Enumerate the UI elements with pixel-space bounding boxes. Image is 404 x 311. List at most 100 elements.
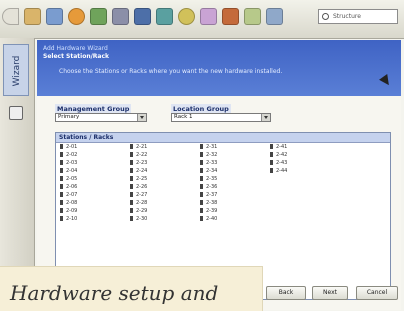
station-item[interactable]: 2-05	[60, 175, 77, 183]
station-icon	[60, 200, 63, 205]
flag-icon[interactable]	[200, 8, 217, 25]
back-button[interactable]: Back	[266, 286, 306, 300]
station-icon	[200, 184, 203, 189]
wand-icon[interactable]	[156, 8, 173, 25]
station-icon	[270, 168, 273, 173]
station-item[interactable]: 2-25	[130, 175, 147, 183]
station-icon	[200, 168, 203, 173]
search-input[interactable]: Structure	[318, 9, 398, 24]
station-item[interactable]: 2-23	[130, 159, 147, 167]
toolbar: Structure	[0, 0, 404, 39]
station-item[interactable]: 2-24	[130, 167, 147, 175]
wizard-heading: Select Station/Rack	[43, 53, 109, 60]
station-item[interactable]: 2-35	[200, 175, 217, 183]
station-item[interactable]: 2-40	[200, 215, 217, 223]
station-icon	[200, 152, 203, 157]
station-icon	[200, 176, 203, 181]
station-item[interactable]: 2-44	[270, 167, 287, 175]
station-item[interactable]: 2-39	[200, 207, 217, 215]
station-icon	[60, 168, 63, 173]
stations-column-2: 2-21 2-22 2-23 2-24 2-25 2-26 2-27 2-28 …	[130, 143, 147, 223]
station-item[interactable]: 2-36	[200, 183, 217, 191]
chevron-down-icon	[261, 114, 270, 121]
station-item[interactable]: 2-02	[60, 151, 77, 159]
stations-column-3: 2-31 2-32 2-33 2-34 2-35 2-36 2-37 2-38 …	[200, 143, 217, 223]
station-icon	[60, 160, 63, 165]
location-group-select[interactable]: Rack 1	[171, 113, 271, 122]
stations-header: Stations / Racks	[56, 133, 390, 143]
cancel-button[interactable]: Cancel	[356, 286, 398, 300]
station-item[interactable]: 2-34	[200, 167, 217, 175]
station-icon	[200, 144, 203, 149]
station-icon	[130, 200, 133, 205]
caption-box: Hardware setup and	[0, 266, 263, 311]
station-item[interactable]: 2-32	[200, 151, 217, 159]
search-value: Structure	[333, 13, 361, 20]
station-item[interactable]: 2-37	[200, 191, 217, 199]
chevron-down-icon	[137, 114, 146, 121]
document-icon[interactable]	[9, 106, 23, 120]
location-group-value: Rack 1	[174, 114, 193, 120]
folder-icon[interactable]	[46, 8, 63, 25]
refresh-icon[interactable]	[178, 8, 195, 25]
station-item[interactable]: 2-33	[200, 159, 217, 167]
wizard-header: Add Hardware Wizard Select Station/Rack …	[37, 40, 401, 96]
stations-column-4: 2-41 2-42 2-43 2-44	[270, 143, 287, 175]
wizard-instruction: Choose the Stations or Racks where you w…	[59, 68, 283, 75]
station-item[interactable]: 2-31	[200, 143, 217, 151]
station-item[interactable]: 2-38	[200, 199, 217, 207]
mouse-cursor-icon	[379, 74, 393, 88]
station-icon	[60, 176, 63, 181]
home-icon[interactable]	[24, 8, 41, 25]
station-item[interactable]: 2-09	[60, 207, 77, 215]
station-item[interactable]: 2-22	[130, 151, 147, 159]
note-icon[interactable]	[244, 8, 261, 25]
station-item[interactable]: 2-26	[130, 183, 147, 191]
management-group-value: Primary	[58, 114, 80, 120]
station-icon	[60, 192, 63, 197]
image-icon[interactable]	[90, 8, 107, 25]
station-item[interactable]: 2-07	[60, 191, 77, 199]
station-icon	[130, 176, 133, 181]
station-icon	[270, 160, 273, 165]
station-item[interactable]: 2-10	[60, 215, 77, 223]
station-item[interactable]: 2-06	[60, 183, 77, 191]
station-icon	[130, 216, 133, 221]
station-icon	[270, 144, 273, 149]
station-icon	[200, 160, 203, 165]
chart-icon[interactable]	[266, 8, 283, 25]
station-item[interactable]: 2-08	[60, 199, 77, 207]
station-icon	[60, 144, 63, 149]
station-icon	[130, 184, 133, 189]
station-item[interactable]: 2-21	[130, 143, 147, 151]
station-item[interactable]: 2-43	[270, 159, 287, 167]
next-button[interactable]: Next	[312, 286, 348, 300]
station-icon	[130, 192, 133, 197]
network-icon[interactable]	[112, 8, 129, 25]
wizard-crumb: Add Hardware Wizard	[43, 45, 108, 52]
back-icon[interactable]	[2, 8, 19, 25]
station-item[interactable]: 2-30	[130, 215, 147, 223]
station-item[interactable]: 2-42	[270, 151, 287, 159]
station-item[interactable]: 2-28	[130, 199, 147, 207]
station-icon	[130, 144, 133, 149]
wizard-tab-label: Wizard	[12, 55, 22, 87]
wizard-tab[interactable]: Wizard	[3, 44, 29, 96]
station-item[interactable]: 2-03	[60, 159, 77, 167]
pie-chart-icon[interactable]	[68, 8, 85, 25]
station-item[interactable]: 2-04	[60, 167, 77, 175]
search-icon	[322, 13, 329, 20]
management-group-select[interactable]: Primary	[55, 113, 147, 122]
stations-column-1: 2-01 2-02 2-03 2-04 2-05 2-06 2-07 2-08 …	[60, 143, 77, 223]
station-icon	[270, 152, 273, 157]
station-icon	[130, 168, 133, 173]
station-item[interactable]: 2-41	[270, 143, 287, 151]
phone-icon[interactable]	[134, 8, 151, 25]
station-icon	[60, 152, 63, 157]
station-item[interactable]: 2-29	[130, 207, 147, 215]
station-item[interactable]: 2-01	[60, 143, 77, 151]
building-icon[interactable]	[222, 8, 239, 25]
station-icon	[60, 208, 63, 213]
station-icon	[200, 216, 203, 221]
station-item[interactable]: 2-27	[130, 191, 147, 199]
